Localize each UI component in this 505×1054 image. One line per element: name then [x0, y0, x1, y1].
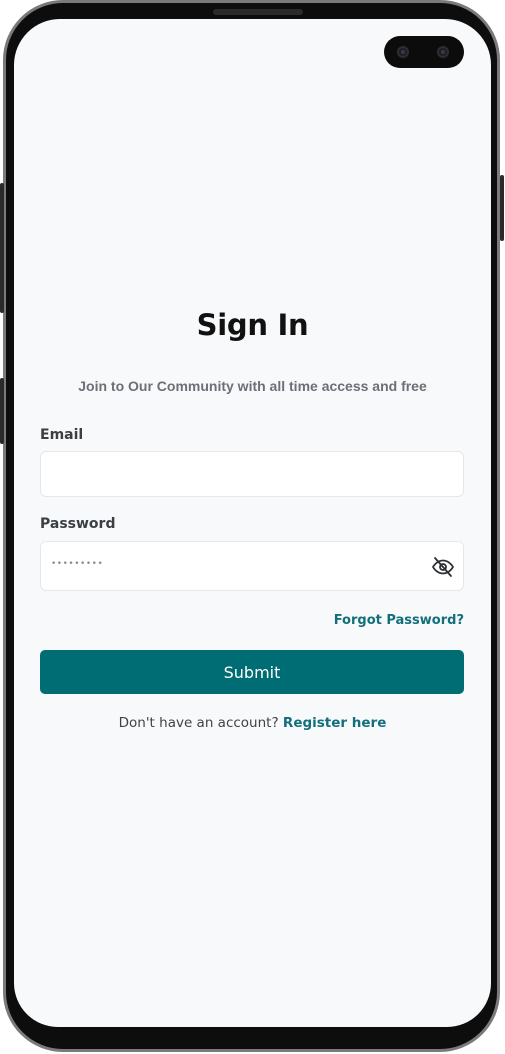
page-subtitle: Join to Our Community with all time acce… [78, 378, 427, 394]
register-link[interactable]: Register here [283, 715, 386, 731]
password-field[interactable]: ••••••••• [40, 541, 464, 591]
camera-lens [437, 46, 449, 58]
submit-button-label: Submit [223, 662, 281, 682]
register-prompt: Don't have an account? [118, 715, 279, 731]
register-prompt-line: Don't have an account? Register here [14, 715, 491, 731]
page-title: Sign In [196, 308, 309, 342]
phone-side-button [0, 183, 4, 313]
app-screen: Sign In Join to Our Community with all t… [14, 19, 491, 1027]
phone-side-button [0, 378, 4, 444]
eye-off-icon[interactable] [431, 555, 455, 579]
email-label: Email [40, 427, 84, 443]
submit-button[interactable]: Submit [40, 650, 464, 694]
password-label: Password [40, 516, 116, 532]
front-camera [384, 36, 464, 68]
camera-lens [397, 46, 409, 58]
password-mask: ••••••••• [51, 559, 104, 569]
forgot-password-link[interactable]: Forgot Password? [334, 613, 464, 628]
email-field[interactable] [40, 451, 464, 497]
phone-power-button [500, 175, 504, 241]
earpiece [213, 9, 303, 15]
